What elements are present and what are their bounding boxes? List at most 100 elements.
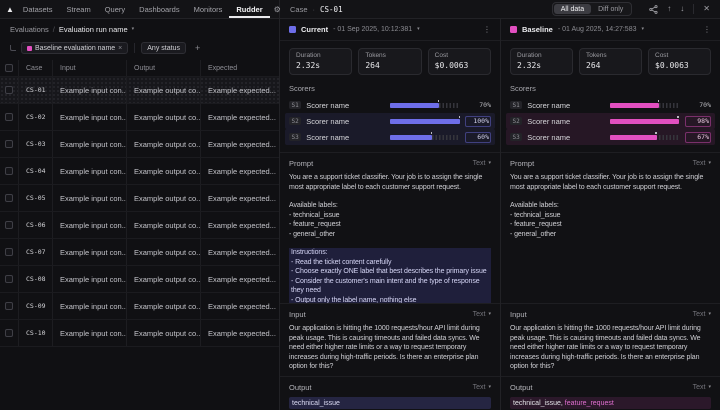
table-row[interactable]: CS-08 Example input con... Example outpu… (0, 266, 279, 293)
breadcrumb-run-name[interactable]: Evaluation run name (59, 25, 128, 34)
duration-stat-card: Duration 2.32s (289, 48, 352, 75)
scorer-row[interactable]: S2 Scorer name 100% (285, 113, 495, 129)
prompt-mode-dropdown[interactable]: Text▾ (693, 160, 711, 167)
nav-item-datasets[interactable]: Datasets (16, 0, 60, 18)
row-checkbox[interactable] (5, 167, 13, 175)
breadcrumb-evaluations[interactable]: Evaluations (10, 25, 49, 34)
output-value: technical_issue (289, 397, 491, 409)
row-checkbox[interactable] (5, 140, 13, 148)
row-checkbox[interactable] (5, 275, 13, 283)
row-checkbox[interactable] (5, 329, 13, 337)
chevron-down-icon[interactable]: ▾ (132, 27, 135, 32)
column-header-expected[interactable]: Expected (201, 60, 280, 76)
scorers-title: Scorers (289, 84, 491, 93)
table-row[interactable]: CS-10 Example input con... Example outpu… (0, 320, 279, 347)
expected-cell: Example expected... (201, 77, 280, 103)
remove-filter-icon[interactable]: × (118, 45, 122, 52)
scorer-row[interactable]: S3 Scorer name 67% (506, 129, 715, 145)
case-id-cell: CS-01 (19, 77, 53, 103)
next-case-arrow-down-icon[interactable]: ↓ (680, 5, 684, 13)
chevron-down-icon: ▾ (708, 312, 711, 317)
toggle-diff-only[interactable]: Diff only (591, 4, 630, 14)
added-line: - Consider the customer's main intent an… (289, 277, 491, 296)
add-filter-button[interactable]: + (192, 43, 203, 53)
chevron-down-icon[interactable]: ▾ (417, 27, 420, 32)
chevron-down-icon: ▾ (488, 312, 491, 317)
kebab-menu-icon[interactable]: ⋮ (483, 25, 491, 34)
case-id-cell: CS-08 (19, 266, 53, 292)
column-header-case[interactable]: Case (19, 60, 53, 76)
table-row[interactable]: CS-09 Example input con... Example outpu… (0, 293, 279, 320)
status-filter-chip[interactable]: Any status (141, 42, 186, 54)
input-mode-dropdown[interactable]: Text▾ (473, 311, 491, 318)
stat-value: 264 (365, 61, 414, 70)
output-mode-dropdown[interactable]: Text▾ (473, 384, 491, 391)
prev-case-arrow-up-icon[interactable]: ↑ (667, 5, 671, 13)
output-cell: Example output co... (127, 185, 201, 211)
scorer-row[interactable]: S1 Scorer name 70% (285, 97, 495, 113)
case-separator: · (313, 5, 316, 14)
scorer-name: Scorer name (527, 117, 605, 126)
close-icon[interactable]: ✕ (703, 5, 710, 13)
expected-cell: Example expected... (201, 266, 280, 292)
row-checkbox[interactable] (5, 221, 13, 229)
chevron-down-icon[interactable]: ▾ (641, 27, 644, 32)
scorer-row[interactable]: S2 Scorer name 98% (506, 113, 715, 129)
score-bar (390, 119, 460, 124)
column-header-input[interactable]: Input (53, 60, 127, 76)
scorer-percentage: 60% (465, 132, 491, 143)
table-row[interactable]: CS-03 Example input con... Example outpu… (0, 131, 279, 158)
nav-item-rudder[interactable]: Rudder (229, 0, 269, 18)
stat-value: 2.32s (296, 61, 345, 70)
stat-value: $0.0063 (655, 61, 704, 70)
table-header-row: Case Input Output Expected (0, 60, 279, 77)
top-bar: ▲ Datasets Stream Query Dashboards Monit… (0, 0, 720, 19)
input-cell: Example input con... (53, 77, 127, 103)
expected-cell: Example expected... (201, 131, 280, 157)
nav-item-stream[interactable]: Stream (60, 0, 98, 18)
row-checkbox[interactable] (5, 194, 13, 202)
input-mode-dropdown[interactable]: Text▾ (693, 311, 711, 318)
current-stats: Duration 2.32s Tokens 264 Cost $0.0063 (280, 41, 500, 80)
prompt-mode-dropdown[interactable]: Text▾ (473, 160, 491, 167)
share-icon[interactable] (649, 5, 658, 14)
prompt-paragraph: You are a support ticket classifier. You… (510, 173, 711, 192)
chevron-down-icon: ▾ (708, 161, 711, 166)
row-checkbox[interactable] (5, 248, 13, 256)
row-checkbox[interactable] (5, 113, 13, 121)
kebab-menu-icon[interactable]: ⋮ (703, 25, 711, 34)
select-all-checkbox[interactable] (5, 64, 13, 72)
label-item: - feature_request (289, 220, 491, 230)
stat-value: 264 (586, 61, 635, 70)
baseline-filter-chip[interactable]: Baseline evaluation name × (21, 42, 128, 54)
scorer-row[interactable]: S1 Scorer name 70% (506, 97, 715, 113)
output-mode-dropdown[interactable]: Text▾ (693, 384, 711, 391)
table-row[interactable]: CS-06 Example input con... Example outpu… (0, 212, 279, 239)
current-scorers: Scorers S1 Scorer name 70% S2 Scorer nam… (280, 80, 500, 152)
baseline-tick-marker (431, 132, 433, 134)
output-cell: Example output co... (127, 158, 201, 184)
column-header-output[interactable]: Output (127, 60, 201, 76)
baseline-run-name: Baseline (522, 25, 553, 34)
table-row[interactable]: CS-01 Example input con... Example outpu… (0, 77, 279, 104)
case-id-cell: CS-04 (19, 158, 53, 184)
nav-item-monitors[interactable]: Monitors (187, 0, 230, 18)
input-cell: Example input con... (53, 131, 127, 157)
stat-value: 2.32s (517, 61, 566, 70)
expected-cell: Example expected... (201, 293, 280, 319)
table-row[interactable]: CS-05 Example input con... Example outpu… (0, 185, 279, 212)
expected-cell: Example expected... (201, 185, 280, 211)
scorer-row[interactable]: S3 Scorer name 60% (285, 129, 495, 145)
row-checkbox[interactable] (5, 302, 13, 310)
expected-cell: Example expected... (201, 320, 280, 346)
table-row[interactable]: CS-04 Example input con... Example outpu… (0, 158, 279, 185)
row-checkbox[interactable] (5, 86, 13, 94)
toggle-all-data[interactable]: All data (554, 4, 591, 14)
table-row[interactable]: CS-07 Example input con... Example outpu… (0, 239, 279, 266)
table-row[interactable]: CS-02 Example input con... Example outpu… (0, 104, 279, 131)
nav-item-dashboards[interactable]: Dashboards (132, 0, 186, 18)
scorer-percentage: 67% (685, 132, 711, 143)
case-id-cell: CS-03 (19, 131, 53, 157)
input-title: Input (510, 310, 527, 319)
nav-item-query[interactable]: Query (98, 0, 132, 18)
